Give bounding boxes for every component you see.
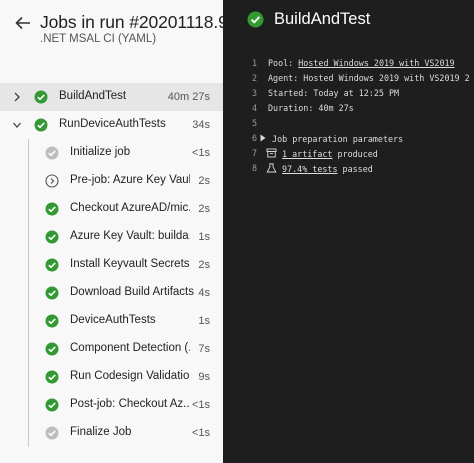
check-circle-icon [34, 90, 48, 104]
step-duration: 2s [198, 259, 210, 271]
step-duration: 2s [198, 203, 210, 215]
step-duration: 1s [198, 231, 210, 243]
step-name: Install Keyvault Secrets [70, 258, 190, 270]
step-row[interactable]: Azure Key Vault: builda... 1s [0, 223, 223, 251]
step-row[interactable]: DeviceAuthTests 1s [0, 307, 223, 335]
artifact-icon [266, 148, 277, 158]
flask-icon [266, 163, 277, 173]
step-row[interactable]: Install Keyvault Secrets 2s [0, 251, 223, 279]
log-text: passed [337, 164, 373, 174]
triangle-right-icon[interactable] [259, 133, 267, 143]
check-circle-icon [45, 202, 59, 216]
job-name: RunDeviceAuthTests [59, 118, 166, 130]
check-circle-icon [45, 286, 59, 300]
tests-link[interactable]: 97.4% tests [282, 164, 337, 174]
step-duration: <1s [191, 147, 210, 159]
step-name: Azure Key Vault: builda... [70, 230, 190, 242]
log-line: 8 97.4% tests passed [223, 163, 474, 178]
log-line: 1 Pool: Hosted Windows 2019 with VS2019 [223, 58, 474, 73]
step-duration: 1s [198, 315, 210, 327]
line-number: 4 [251, 103, 257, 113]
line-number: 5 [251, 118, 257, 128]
step-duration: 9s [198, 371, 210, 383]
check-circle-icon [45, 370, 59, 384]
step-duration: 4s [198, 287, 210, 299]
step-row[interactable]: Initialize job <1s [0, 139, 223, 167]
step-row[interactable]: Checkout AzureAD/mic... 2s [0, 195, 223, 223]
log-line: 3 Started: Today at 12:25 PM [223, 88, 474, 103]
check-circle-icon [247, 11, 264, 28]
line-number: 2 [251, 73, 257, 83]
step-name: Finalize Job [70, 426, 132, 438]
log-line: 2 Agent: Hosted Windows 2019 with VS2019… [223, 73, 474, 88]
step-name: Run Codesign Validatio... [70, 370, 190, 382]
check-circle-icon [34, 118, 48, 132]
step-duration: 2s [198, 175, 210, 187]
step-row[interactable]: Component Detection (... 7s [0, 335, 223, 363]
step-duration: <1s [191, 399, 210, 411]
step-name: Initialize job [70, 146, 131, 158]
check-circle-icon [45, 230, 59, 244]
step-row[interactable]: Download Build Artifacts 4s [0, 279, 223, 307]
artifact-link[interactable]: 1 artifact [282, 149, 332, 159]
log-line[interactable]: 6 Job preparation parameters [223, 133, 474, 148]
job-duration: 40m 27s [167, 91, 210, 103]
step-name: Checkout AzureAD/mic... [70, 202, 190, 214]
job-name: BuildAndTest [59, 90, 127, 102]
check-circle-icon [45, 258, 59, 272]
step-row[interactable]: Run Codesign Validatio... 9s [0, 363, 223, 391]
job-detail-panel: BuildAndTest 1 Pool: Hosted Windows 2019… [223, 0, 474, 463]
log-text: Pool: [268, 58, 299, 68]
log-text: Started: Today at 12:25 PM [268, 88, 400, 98]
step-row[interactable]: Finalize Job <1s [0, 419, 223, 447]
arrow-left-icon[interactable] [14, 14, 32, 32]
step-name: Component Detection (... [70, 342, 190, 354]
jobs-header: Jobs in run #20201118.9 .NET MSAL CI (YA… [0, 0, 223, 80]
step-duration: <1s [191, 427, 210, 439]
log-line: 7 1 artifact produced [223, 148, 474, 163]
step-name: Download Build Artifacts [70, 286, 195, 298]
line-number: 7 [251, 148, 257, 158]
check-circle-icon [45, 398, 59, 412]
job-title: BuildAndTest [274, 10, 371, 28]
line-number: 6 [251, 133, 257, 143]
chevron-circle-icon [45, 174, 59, 188]
step-name: DeviceAuthTests [70, 314, 156, 326]
chevron-down-icon[interactable] [12, 119, 22, 131]
log-text: Agent: Hosted Windows 2019 with VS2019 2 [268, 73, 470, 83]
log-line: 4 Duration: 40m 27s [223, 103, 474, 118]
log-text: Duration: 40m 27s [268, 103, 354, 113]
step-duration: 7s [198, 343, 210, 355]
gray-check-circle-icon [45, 426, 59, 440]
job-duration: 34s [192, 119, 210, 131]
step-name: Pre-job: Azure Key Vaul... [70, 174, 190, 186]
log-line: 5 [223, 118, 474, 133]
job-row-rundeviceauthtests[interactable]: RunDeviceAuthTests 34s [0, 111, 223, 139]
pool-link[interactable]: Hosted Windows 2019 with VS2019 [298, 58, 454, 68]
check-circle-icon [45, 342, 59, 356]
log-text: produced [332, 149, 378, 159]
line-number: 8 [251, 163, 257, 173]
pipeline-name: .NET MSAL CI (YAML) [40, 33, 157, 45]
step-name: Post-job: Checkout Az... [70, 398, 190, 410]
chevron-right-icon[interactable] [12, 91, 22, 103]
step-row[interactable]: Pre-job: Azure Key Vaul... 2s [0, 167, 223, 195]
gray-check-circle-icon [45, 146, 59, 160]
check-circle-icon [45, 314, 59, 328]
jobs-panel: Jobs in run #20201118.9 .NET MSAL CI (YA… [0, 0, 223, 463]
line-number: 3 [251, 88, 257, 98]
line-number: 1 [251, 58, 257, 68]
job-row-buildandtest[interactable]: BuildAndTest 40m 27s [0, 83, 223, 111]
step-row[interactable]: Post-job: Checkout Az... <1s [0, 391, 223, 419]
log-text: Job preparation parameters [272, 134, 404, 144]
page-title: Jobs in run #20201118.9 [40, 12, 223, 32]
